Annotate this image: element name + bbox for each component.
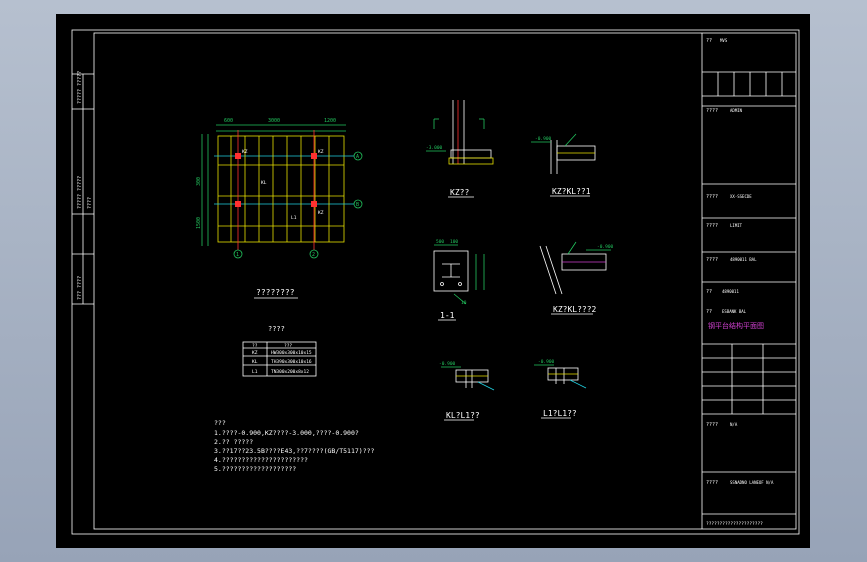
svg-text:-0.900: -0.900: [538, 359, 555, 365]
column-marker: [311, 201, 317, 207]
column-marker: [235, 153, 241, 159]
tb-value: ESBANK BAL: [722, 309, 747, 314]
member-table: ???? ?? ??? KZ HW300x300x10x15 KL TH390x…: [242, 325, 317, 377]
tb-label: ????: [706, 194, 718, 200]
title-block: ?? MVS ???? ADMIN ???? XX-SSECDE ???? LI…: [701, 33, 796, 529]
tb-value: SSNADNO LANEOF N/A: [730, 480, 774, 485]
svg-text:KZ: KZ: [252, 350, 258, 356]
detail-kz-kl1-title: KZ?KL??1: [552, 187, 591, 196]
tb-label: ????: [706, 422, 718, 428]
axis-row-a: A: [356, 154, 359, 160]
axis-row-b: B: [356, 202, 359, 208]
svg-text:L1: L1: [252, 369, 258, 375]
tb-value: XX-SSECDE: [730, 194, 752, 199]
plan-title: ????????: [256, 288, 295, 297]
dim-left-2: 1500: [196, 217, 202, 229]
svg-text:-0.900: -0.900: [597, 244, 614, 250]
left-stamp-column: ????? ????? ????? ????? ???? ??? ????: [72, 71, 94, 305]
dim-top-2: 3000: [268, 118, 280, 124]
tb-label: ??: [706, 289, 712, 295]
detail-l1-l1-title: L1?L1??: [543, 409, 577, 418]
axis-col-2: 2: [312, 252, 315, 258]
svg-text:??: ??: [252, 343, 258, 349]
note-line: 2.?? ?????: [214, 438, 253, 446]
detail-kz-kl2: -0.900 KZ?KL???2: [539, 241, 614, 315]
detail-kz-kl1: -0.900 KZ?KL??1: [531, 133, 596, 197]
detail-kz: -3.000 KZ??: [426, 100, 494, 198]
tb-label: ????: [706, 257, 718, 263]
member-label: KZ: [318, 149, 324, 155]
drawing-canvas: ????? ????? ????? ????? ???? ??? ???? 60…: [71, 29, 800, 535]
svg-text:KL: KL: [252, 359, 258, 365]
detail-kz-kl2-title: KZ?KL???2: [553, 305, 597, 314]
svg-text:???: ???: [284, 343, 292, 349]
svg-text:HW300x300x10x15: HW300x300x10x15: [271, 350, 312, 356]
detail-kl-l1-title: KL?L1??: [446, 411, 480, 420]
drawing-name: 钢平台结构平面图: [708, 321, 764, 330]
detail-section-1-1: 500 100 10 1-1: [433, 239, 485, 321]
axis-col-1: 1: [236, 252, 239, 258]
svg-text:500: 500: [436, 239, 444, 245]
tb-value: ADMIN: [730, 108, 743, 113]
svg-text:10: 10: [461, 300, 467, 306]
note-line: 4.??????????????????????: [214, 456, 308, 464]
cad-viewport[interactable]: ????? ????? ????? ????? ???? ??? ???? 60…: [56, 14, 810, 548]
dim-top-3: 1200: [324, 118, 336, 124]
tb-label: ????: [706, 108, 718, 114]
tb-footer: ?????????????????????: [706, 521, 763, 527]
tb-value: MVS: [720, 38, 728, 43]
member-label: KZ: [242, 149, 248, 155]
note-line: 5.???????????????????: [214, 465, 296, 473]
svg-text:100: 100: [450, 239, 458, 245]
svg-text:-0.900: -0.900: [535, 136, 552, 142]
tb-label: ??: [706, 309, 712, 315]
member-label: KL: [261, 180, 267, 186]
svg-text:TN300x200x8x12: TN300x200x8x12: [271, 369, 309, 375]
side-stamp-1: ????? ?????: [77, 71, 83, 104]
member-label: KZ: [318, 210, 324, 216]
side-stamp-2: ????? ?????: [77, 176, 83, 209]
tb-label: ????: [706, 480, 718, 486]
side-stamp-4: ??? ????: [77, 276, 83, 300]
table-title: ????: [268, 325, 285, 333]
notes-title: ???: [214, 419, 226, 427]
detail-kl-l1: -0.900 KL?L1??: [439, 361, 495, 421]
tb-value: N/A: [730, 422, 738, 427]
tb-label: ????: [706, 223, 718, 229]
tb-value: 4890011: [722, 289, 739, 294]
svg-text:-0.900: -0.900: [439, 361, 456, 367]
detail-section-title: 1-1: [440, 311, 455, 320]
detail-kz-title: KZ??: [450, 188, 469, 197]
outer-frame: [71, 29, 800, 535]
member-label: L1: [291, 215, 297, 221]
note-line: 1.????-0.900,KZ????-3.000,????-0.900?: [214, 429, 359, 437]
dim-left-1: 300: [196, 177, 202, 186]
detail-l1-l1: -0.900 L1?L1??: [534, 359, 587, 419]
tb-value: LIMIT: [730, 223, 743, 228]
tb-label: ??: [706, 38, 712, 44]
inner-frame: [93, 32, 797, 530]
svg-text:-3.000: -3.000: [426, 145, 443, 151]
dim-top-1: 600: [224, 118, 233, 124]
column-marker: [311, 153, 317, 159]
side-stamp-3: ????: [87, 197, 93, 209]
svg-text:TH390x300x10x16: TH390x300x10x16: [271, 359, 312, 365]
platform-plan: 600 3000 1200 300 1500 KZ KL L1 KZ KZ A …: [196, 118, 363, 299]
column-marker: [235, 201, 241, 207]
note-line: 3.??17??23.5B????E43,??7????(GB/T5117)??…: [214, 447, 375, 455]
general-notes: ??? 1.????-0.900,KZ????-3.000,????-0.900…: [214, 419, 375, 473]
tb-value: 4890011 BAL: [730, 257, 757, 262]
